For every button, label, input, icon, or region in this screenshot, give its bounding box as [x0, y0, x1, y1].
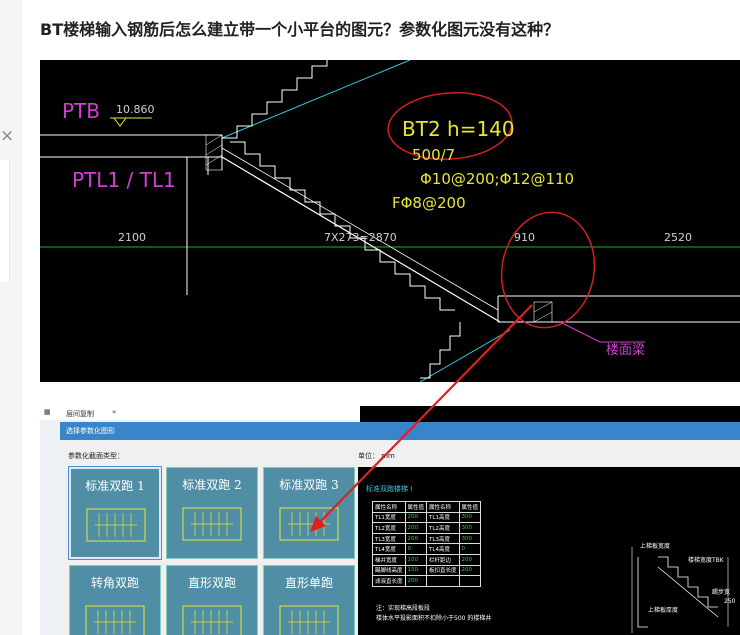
stair-type-name: 直形单跑: [284, 576, 333, 590]
label-rebar: Φ10@200;Φ12@110: [420, 170, 574, 188]
section-type-label: 参数化截面类型：: [68, 452, 124, 460]
table-cell[interactable]: 0: [404, 543, 428, 555]
table-header-cell: 属性名称: [426, 501, 460, 513]
stair-type-name: 标准双跑 1: [85, 479, 145, 493]
table-cell: 板扣直长度: [426, 564, 460, 577]
table-cell[interactable]: 0: [458, 543, 482, 555]
preview-stair-sketch: [631, 547, 729, 633]
table-cell: TL3高度: [426, 532, 460, 545]
table-cell[interactable]: 200: [404, 575, 428, 587]
table-row: 滤液直长度 200: [372, 575, 482, 587]
cad-drawing-svg: PTB 10.860 PTL1 / TL1 BT2 h=140 500/7 Φ1…: [40, 60, 740, 382]
stair-plan-icon: [182, 507, 242, 541]
stair-plan-icon: [86, 508, 146, 542]
preview-label-bottom: 上梯板厚度: [648, 607, 679, 614]
label-bt2: BT2 h=140: [402, 117, 515, 141]
dim-910: 910: [514, 231, 535, 244]
table-cell[interactable]: 150: [404, 564, 428, 577]
property-table: 属性名称 属性值 属性名称 属性值 TL1宽度 200 TL1高度 300 TL2宽度 200 TL…: [372, 501, 482, 587]
page: × BT楼梯输入钢筋后怎么建立带一个小平台的图元？参数化图元没有这种？ PTB …: [0, 0, 740, 635]
table-cell: TL4高度: [426, 543, 460, 555]
table-cell: TL2宽度: [372, 522, 406, 534]
label-f-rebar: FΦ8@200: [392, 194, 466, 212]
canvas-strip: [360, 406, 740, 422]
stair-type-tile[interactable]: 直形单跑: [263, 565, 355, 635]
table-cell[interactable]: 300: [458, 522, 482, 534]
stair-plan-icon: [182, 605, 242, 635]
table-row: 梯井宽度 100 栏杆距边 200: [372, 553, 482, 566]
toolbar-more-icon[interactable]: »: [112, 408, 116, 416]
stair-plan-icon: [279, 605, 339, 635]
toolbar-layer-copy[interactable]: 层间复制: [66, 409, 94, 419]
question-title: BT楼梯输入钢筋后怎么建立带一个小平台的图元？参数化图元没有这种？: [40, 20, 560, 39]
table-cell: [426, 575, 460, 587]
left-sidebar: [0, 0, 22, 635]
preview-label-top: 上梯板宽度: [640, 543, 671, 550]
table-row: TL2宽度 200 TL2高度 300: [372, 522, 482, 534]
table-cell: 栏杆距边: [426, 553, 460, 566]
table-row: 踢脚线高度 150 板扣直长度 200: [372, 564, 482, 577]
toolbar: ▦ 层间复制 »: [40, 406, 360, 420]
table-row: TL4宽度 0 TL4高度 0: [372, 543, 482, 555]
dim-2100: 2100: [118, 231, 146, 244]
table-cell: 梯井宽度: [372, 553, 406, 566]
label-floor-beam: 楼面梁: [606, 343, 645, 358]
preview-note-2: 楼体水平投影面积不扣除小于500 的楼梯井: [376, 615, 492, 622]
table-cell: TL4宽度: [372, 543, 406, 555]
table-header-cell: 属性值: [404, 501, 428, 513]
table-row: TL1宽度 200 TL1高度 300: [372, 511, 482, 524]
cad-drawing-image: PTB 10.860 PTL1 / TL1 BT2 h=140 500/7 Φ1…: [40, 60, 740, 382]
preview-note-1: 注：实现梯高段板段: [376, 605, 431, 612]
table-row: TL3宽度 200 TL3高度 300: [372, 532, 482, 545]
table-cell[interactable]: 200: [404, 522, 428, 534]
stair-type-name: 直形双跑: [187, 576, 236, 590]
table-header-cell: 属性值: [458, 501, 482, 513]
left-card: [0, 160, 10, 282]
preview-label-num: 250: [724, 598, 736, 605]
preview-title: 标准双跑楼梯 I: [366, 485, 413, 493]
unit-label: 单位： mm: [358, 452, 395, 460]
stair-type-tile[interactable]: 标准双跑 1: [68, 466, 162, 560]
stair-type-name: 转角双跑: [90, 576, 139, 590]
table-cell: 踢脚线高度: [372, 564, 406, 577]
label-500-7: 500/7: [412, 146, 455, 164]
preview-label-right: 楼梯宽度TBK: [688, 557, 724, 564]
preview-pane: 标准双跑楼梯 I 属性名称 属性值 属性名称 属性值 TL1宽度 200 TL1高度 300 T…: [358, 467, 740, 635]
table-cell[interactable]: 200: [404, 511, 428, 524]
stair-type-name: 标准双跑 3: [279, 478, 339, 492]
stair-type-tile[interactable]: 转角双跑: [69, 565, 161, 635]
table-cell[interactable]: 200: [458, 553, 482, 566]
preview-label-step: 踢步宽: [712, 589, 731, 596]
table-cell: TL3宽度: [372, 532, 406, 545]
label-elevation: 10.860: [116, 103, 155, 116]
table-cell[interactable]: 300: [458, 532, 482, 545]
dim-2520: 2520: [664, 231, 692, 244]
table-header-row: 属性名称 属性值 属性名称 属性值: [372, 501, 482, 513]
toolbar-copy-icon[interactable]: ▦: [44, 408, 51, 416]
stair-plan-icon: [279, 507, 339, 541]
table-cell[interactable]: 300: [458, 511, 482, 524]
table-cell: TL1宽度: [372, 511, 406, 524]
stair-type-name: 标准双跑 2: [182, 478, 242, 492]
stair-type-tile[interactable]: 直形双跑: [166, 565, 258, 635]
stair-plan-icon: [85, 605, 145, 635]
table-cell[interactable]: 200: [404, 532, 428, 545]
table-header-cell: 属性名称: [372, 501, 406, 513]
table-cell: TL1高度: [426, 511, 460, 524]
dialog-title: 选择参数化图形: [60, 422, 740, 440]
close-icon[interactable]: ×: [0, 128, 14, 145]
table-cell[interactable]: [458, 575, 482, 587]
dim-steps: 7X273=2870: [324, 231, 397, 244]
table-cell: TL2高度: [426, 522, 460, 534]
table-cell[interactable]: 200: [458, 564, 482, 577]
stair-type-tile[interactable]: 标准双跑 2: [166, 467, 258, 559]
label-ptb: PTB: [62, 99, 100, 123]
label-beams: PTL1 / TL1: [72, 168, 176, 192]
table-cell[interactable]: 100: [404, 553, 428, 566]
table-cell: 滤液直长度: [372, 575, 406, 587]
stair-type-tile[interactable]: 标准双跑 3: [263, 467, 355, 559]
